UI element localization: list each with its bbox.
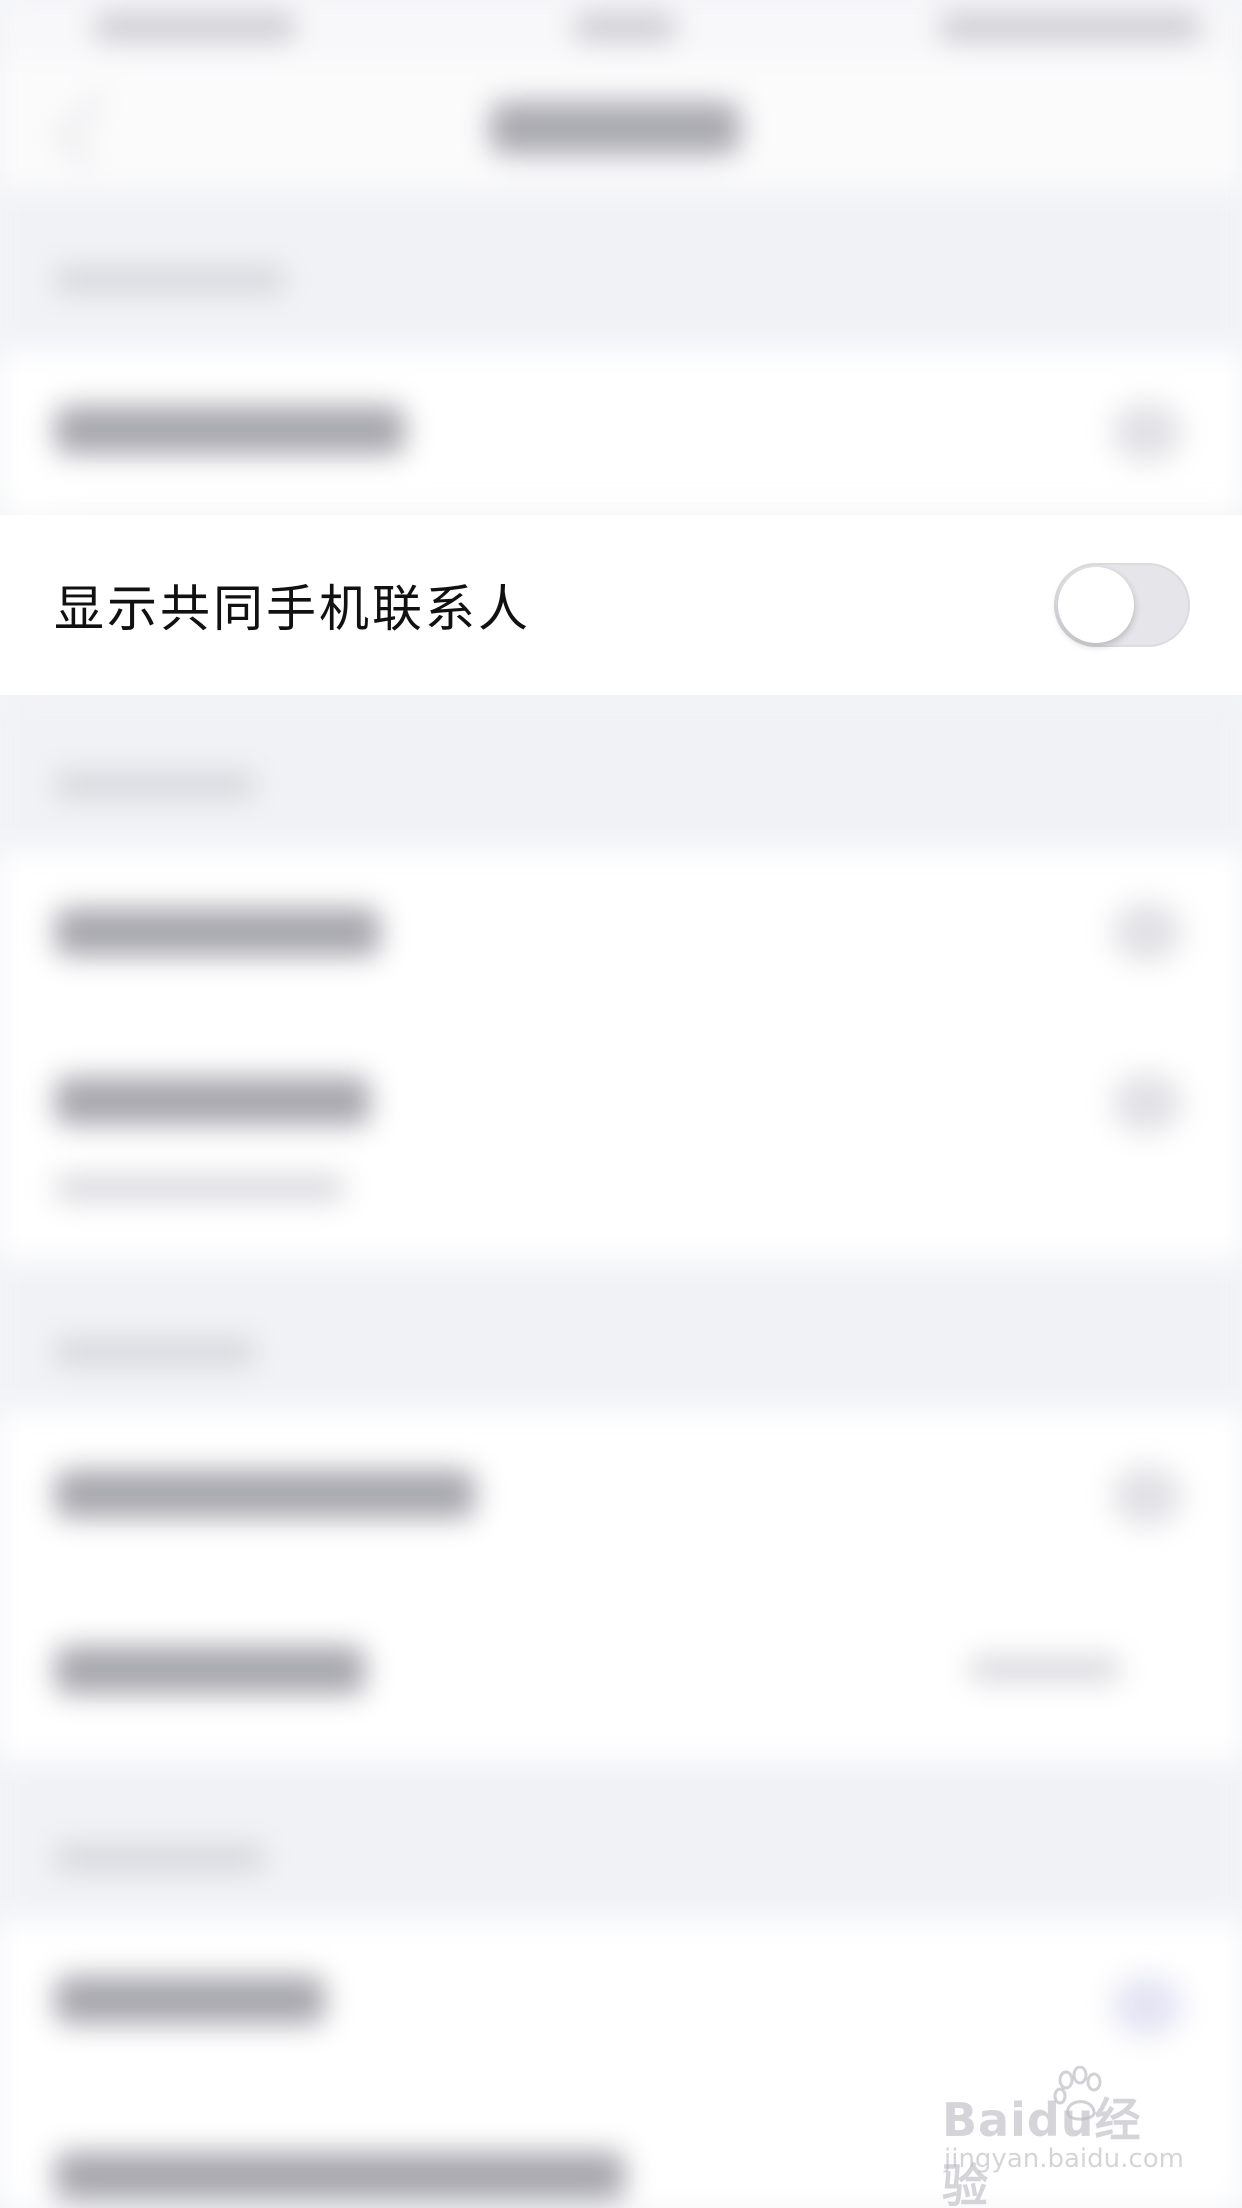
section-header-3-blur xyxy=(55,1338,255,1366)
settings-screen: 显示共同手机联系人 Baidu经验 jingyan.baidu.com xyxy=(0,0,1242,2208)
settings-row-2[interactable] xyxy=(0,850,1242,1015)
settings-row-show-mutual-contacts[interactable]: 显示共同手机联系人 xyxy=(0,515,1242,695)
section-header-3 xyxy=(0,1260,1242,1410)
section-header-4-blur xyxy=(55,1844,265,1872)
back-icon[interactable] xyxy=(55,93,129,167)
row-3-label-blur xyxy=(55,1077,370,1125)
status-bar xyxy=(0,0,1242,60)
row-2-label-blur xyxy=(55,908,380,956)
watermark-domain: jingyan.baidu.com xyxy=(944,2144,1184,2174)
row-5-label-blur xyxy=(55,1646,365,1694)
show-mutual-contacts-label: 显示共同手机联系人 xyxy=(54,580,531,638)
watermark: Baidu经验 jingyan.baidu.com xyxy=(942,2066,1184,2208)
row-4-label-blur xyxy=(55,1470,475,1518)
status-carrier-blur xyxy=(95,14,295,40)
settings-row-1[interactable] xyxy=(0,350,1242,515)
section-header-4 xyxy=(0,1760,1242,1920)
status-time-blur xyxy=(575,14,675,40)
row-4-accessory-blur xyxy=(1112,1466,1182,1526)
section-header-1-blur xyxy=(55,266,285,294)
blurred-background xyxy=(0,0,1242,2208)
row-6-label-blur xyxy=(55,1976,325,2024)
row-6-accessory-blur xyxy=(1112,1976,1182,2036)
settings-row-5[interactable] xyxy=(0,1580,1242,1760)
row-1-accessory-blur xyxy=(1112,402,1182,462)
settings-row-4[interactable] xyxy=(0,1410,1242,1580)
nav-bar xyxy=(0,60,1242,190)
row-5-value-blur xyxy=(970,1656,1120,1682)
settings-row-3[interactable] xyxy=(0,1015,1242,1260)
section-header-2 xyxy=(0,695,1242,850)
show-mutual-contacts-toggle[interactable] xyxy=(1054,563,1190,647)
section-header-1 xyxy=(0,190,1242,350)
switch-toggle-icon xyxy=(1058,567,1134,643)
row-1-label-blur xyxy=(55,406,405,454)
row-2-accessory-blur xyxy=(1112,902,1182,962)
nav-title-blur xyxy=(490,102,740,154)
row-7-label-blur xyxy=(55,2152,625,2200)
section-header-2-blur xyxy=(55,771,255,799)
status-indicators-blur xyxy=(940,14,1200,40)
row-3-accessory-blur xyxy=(1112,1073,1182,1133)
row-3-sublabel-blur xyxy=(55,1175,345,1201)
